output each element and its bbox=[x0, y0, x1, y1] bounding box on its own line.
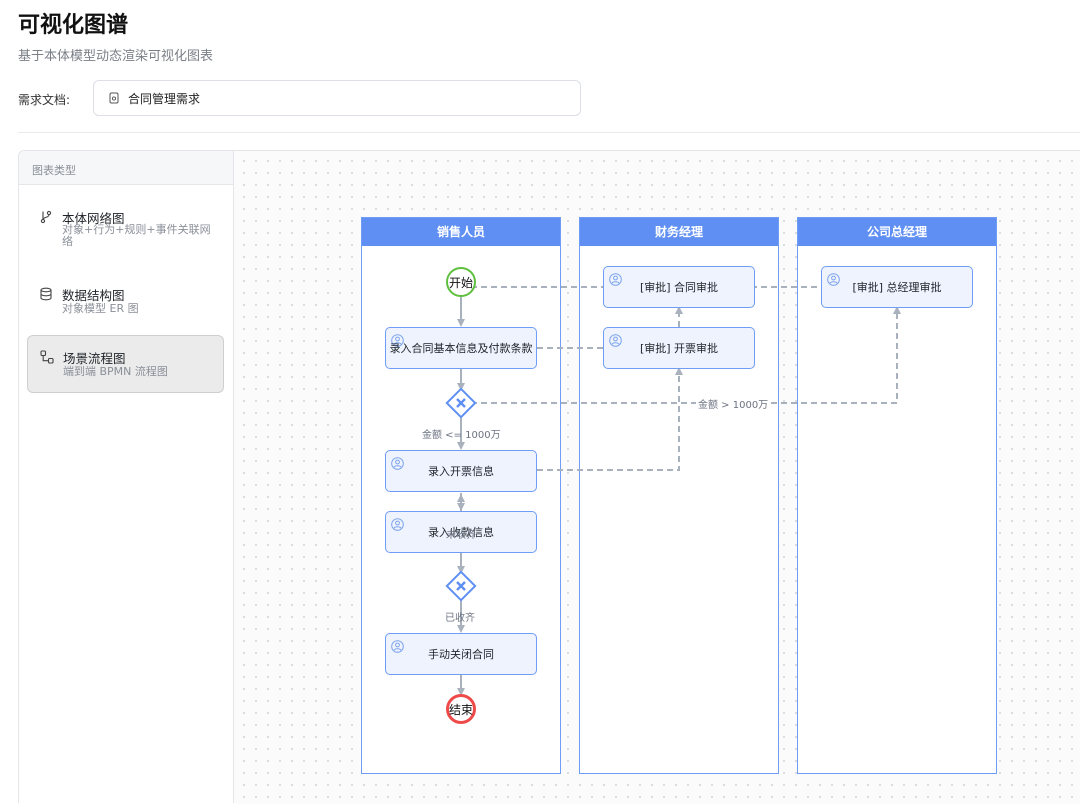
task-entry-invoice[interactable]: 录入开票信息 bbox=[385, 450, 537, 492]
end-event[interactable]: 结束 bbox=[446, 694, 476, 724]
task-approve-invoice[interactable]: [审批] 开票审批 bbox=[603, 327, 755, 369]
chart-type-desc: 对象模型 ER 图 bbox=[62, 302, 139, 315]
task-label: 录入合同基本信息及付款条款 bbox=[389, 342, 533, 355]
start-event[interactable]: 开始 bbox=[446, 267, 476, 297]
msg-invoice-to-approval bbox=[537, 367, 683, 471]
task-approve-contract[interactable]: [审批] 合同审批 bbox=[603, 266, 755, 308]
gateway-x-icon bbox=[446, 571, 476, 601]
task-label: [审批] 合同审批 bbox=[639, 281, 719, 294]
chart-type-panel: 图表类型 本体网络图 对象+行为+规则+事件关联网络 数据结构图 对象模型 ER… bbox=[18, 150, 234, 803]
task-label: 录入开票信息 bbox=[428, 465, 494, 478]
flow-label-not-collected: 未收齐 bbox=[446, 530, 476, 541]
divider bbox=[18, 132, 1080, 133]
database-icon bbox=[39, 286, 53, 301]
flow-label-amount-high: 金额 > 1000万 bbox=[696, 396, 771, 411]
page-title: 可视化图谱 bbox=[18, 13, 129, 38]
chart-type-desc: 对象+行为+规则+事件关联网络 bbox=[62, 223, 211, 248]
doc-select[interactable]: 合同管理需求 bbox=[93, 80, 581, 116]
branch-icon bbox=[39, 209, 53, 224]
chart-type-desc: 端到端 BPMN 流程图 bbox=[63, 365, 168, 378]
document-icon bbox=[108, 92, 120, 104]
chart-type-data-structure[interactable]: 数据结构图 对象模型 ER 图 bbox=[27, 279, 224, 319]
panel-header: 图表类型 bbox=[19, 151, 233, 185]
flow-label-amount-low: 金额 <= 1000万 bbox=[422, 430, 501, 441]
doc-select-value: 合同管理需求 bbox=[128, 91, 201, 106]
flow-lines bbox=[457, 286, 901, 696]
diagram-canvas[interactable]: 销售人员 财务经理 公司总经理 开始 录入合同基本信息及付款条款 录入开票信息 … bbox=[234, 150, 1080, 804]
flow-icon bbox=[40, 349, 54, 364]
task-label: [审批] 总经理审批 bbox=[852, 281, 942, 294]
task-approve-gm[interactable]: [审批] 总经理审批 bbox=[821, 266, 973, 308]
task-close-contract[interactable]: 手动关闭合同 bbox=[385, 633, 537, 675]
chart-type-scenario-flow[interactable]: 场景流程图 端到端 BPMN 流程图 bbox=[27, 335, 224, 393]
task-label: 手动关闭合同 bbox=[428, 648, 494, 661]
page-subtitle: 基于本体模型动态渲染可视化图表 bbox=[18, 49, 214, 64]
gateway-x-icon bbox=[446, 388, 476, 418]
task-label: [审批] 开票审批 bbox=[639, 342, 719, 355]
chart-type-ontology-network[interactable]: 本体网络图 对象+行为+规则+事件关联网络 bbox=[27, 203, 224, 259]
task-entry-contract[interactable]: 录入合同基本信息及付款条款 bbox=[385, 327, 537, 369]
doc-label: 需求文档: bbox=[18, 93, 71, 107]
flow-label-collected: 已收齐 bbox=[445, 613, 475, 624]
